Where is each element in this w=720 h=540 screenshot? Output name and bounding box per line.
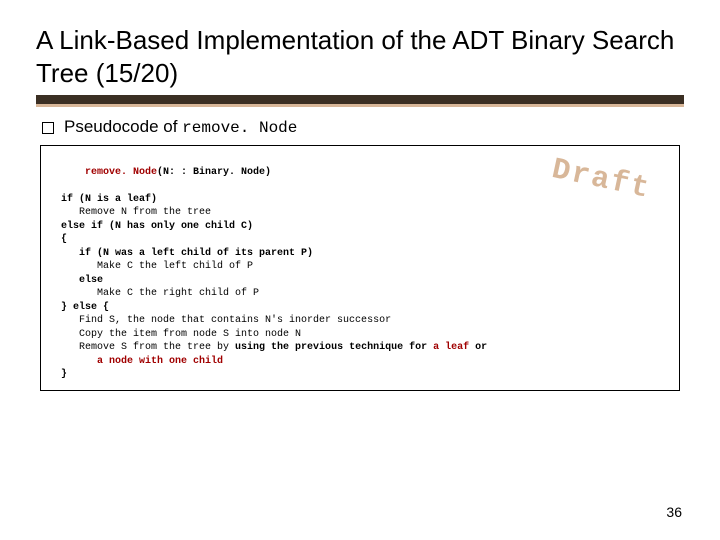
bullet-text: Pseudocode of remove. Node	[64, 117, 297, 137]
pseudocode-box: Draft remove. Node(N: : Binary. Node) if …	[40, 145, 680, 391]
title-rule-dark	[36, 95, 684, 104]
code-line: }	[61, 369, 67, 380]
square-bullet-icon	[42, 122, 54, 134]
code-line: Find S, the node that contains N's inord…	[79, 315, 391, 326]
code-fn-name: remove. Node	[85, 167, 157, 178]
page-number: 36	[666, 504, 682, 520]
draft-watermark: Draft	[548, 150, 654, 210]
code-line: if (N was a left child of its parent P)	[79, 248, 313, 259]
code-line: Make C the left child of P	[97, 261, 253, 272]
bullet-item: Pseudocode of remove. Node	[42, 117, 684, 137]
code-line: if (N is a leaf)	[61, 194, 157, 205]
code-line: else	[79, 275, 103, 286]
code-line: Remove N from the tree	[79, 207, 211, 218]
code-fn-args: (N: : Binary. Node)	[157, 167, 271, 178]
code-line: } else {	[61, 302, 109, 313]
code-line: {	[61, 234, 67, 245]
code-line: Copy the item from node S into node N	[79, 329, 301, 340]
code-line: else if (N has only one child C)	[61, 221, 253, 232]
code-line: a node with one child	[97, 356, 223, 367]
code-line: Make C the right child of P	[97, 288, 259, 299]
slide-title: A Link-Based Implementation of the ADT B…	[36, 24, 684, 89]
code-line: Remove S from the tree by using the prev…	[79, 342, 487, 353]
